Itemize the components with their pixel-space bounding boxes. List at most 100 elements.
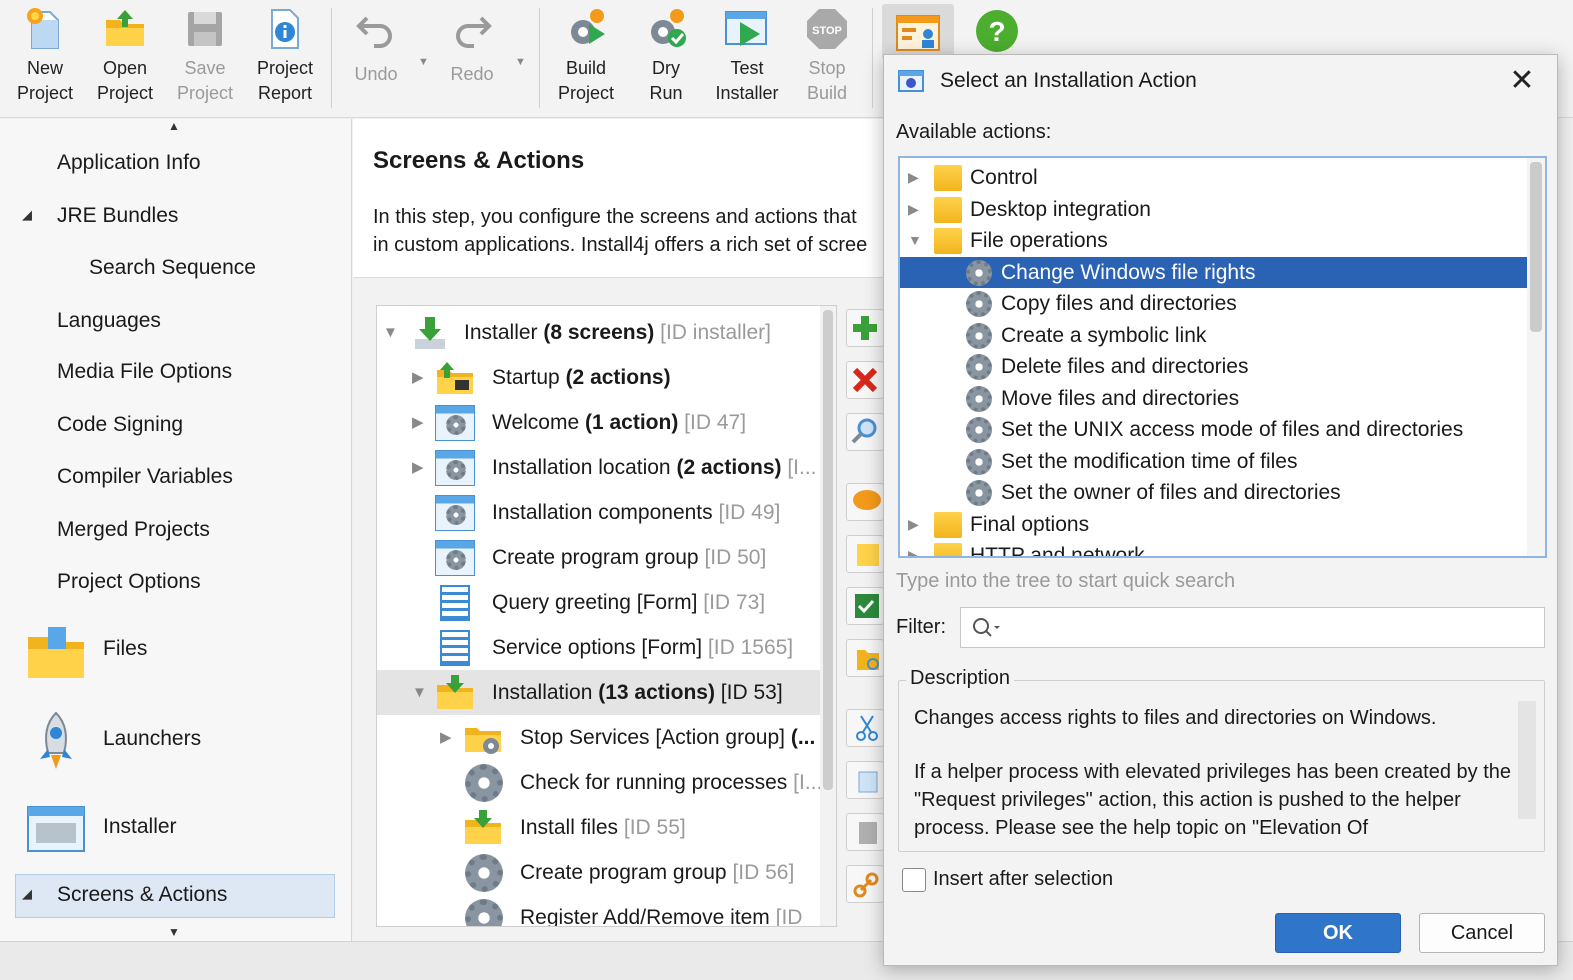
collapsed-arrow-icon[interactable]: ▶: [908, 194, 919, 225]
sidebar-item-screens-actions[interactable]: ◢ Screens & Actions: [15, 874, 335, 918]
search-button[interactable]: [846, 413, 884, 451]
tree-row-installation-location[interactable]: ▶ Installation location (2 actions) [I..…: [377, 445, 820, 490]
copy-button[interactable]: [846, 761, 884, 799]
expanded-arrow-icon[interactable]: ▼: [412, 670, 427, 715]
delete-button[interactable]: [846, 361, 884, 399]
open-project-label-2: Project: [96, 83, 154, 103]
description-scrollbar[interactable]: [1518, 701, 1536, 819]
note-icon: [857, 544, 879, 566]
tree-row-welcome[interactable]: ▶ Welcome (1 action) [ID 47]: [377, 400, 820, 445]
sidebar-item-merged-projects[interactable]: Merged Projects: [57, 518, 210, 542]
tree-scrollbar-thumb[interactable]: [823, 310, 833, 790]
tree-action-copy-files[interactable]: Copy files and directories: [900, 288, 1527, 319]
collapsed-arrow-icon[interactable]: ▶: [412, 445, 424, 490]
tree-row-create-program-group[interactable]: Create program group [ID 50]: [377, 535, 820, 580]
cut-button[interactable]: [846, 709, 884, 747]
redo-dropdown-icon[interactable]: ▼: [515, 56, 526, 68]
expanded-arrow-icon[interactable]: ▼: [383, 310, 398, 355]
tree-folder-control[interactable]: ▶ Control: [900, 162, 1527, 193]
tree-action-set-unix-access-mode[interactable]: Set the UNIX access mode of files and di…: [900, 414, 1527, 445]
help-button[interactable]: ?: [974, 8, 1022, 56]
sidebar-item-label: Launchers: [103, 727, 202, 750]
tree-action-set-owner[interactable]: Set the owner of files and directories: [900, 477, 1527, 508]
actions-tree-scrollbar-thumb[interactable]: [1530, 162, 1542, 332]
tree-row-register-add-remove[interactable]: Register Add/Remove item [ID: [377, 895, 820, 926]
ok-button[interactable]: OK: [1275, 913, 1401, 953]
sidebar-item-launchers[interactable]: Launchers: [24, 709, 344, 773]
sidebar-item-files[interactable]: Files: [24, 619, 344, 683]
redo-button[interactable]: Redo: [442, 6, 502, 112]
build-project-button[interactable]: Build Project: [555, 6, 617, 112]
filter-field[interactable]: [960, 607, 1545, 648]
screens-actions-tree[interactable]: ▼ Installer (8 screens) [ID installer] ▶…: [376, 305, 837, 927]
tree-action-create-symbolic-link[interactable]: Create a symbolic link: [900, 320, 1527, 351]
scroll-down-icon[interactable]: ▼: [168, 925, 180, 939]
link-button[interactable]: [846, 865, 884, 903]
tree-folder-file-operations[interactable]: ▼ File operations: [900, 225, 1527, 256]
sidebar-item-media-file-options[interactable]: Media File Options: [57, 360, 232, 384]
undo-dropdown-icon[interactable]: ▼: [418, 56, 429, 68]
form-icon: [440, 585, 470, 621]
installer-preview-button[interactable]: [882, 4, 954, 60]
sidebar-item-languages[interactable]: Languages: [57, 309, 161, 333]
close-button[interactable]: ✕: [1502, 61, 1542, 101]
insert-after-selection-checkbox[interactable]: [902, 868, 926, 892]
tree-row-installer[interactable]: ▼ Installer (8 screens) [ID installer]: [377, 310, 820, 355]
collapsed-arrow-icon[interactable]: ▶: [412, 355, 424, 400]
undo-button[interactable]: Undo: [346, 6, 406, 112]
tree-action-delete-files[interactable]: Delete files and directories: [900, 351, 1527, 382]
tree-folder-final-options[interactable]: ▶ Final options: [900, 509, 1527, 540]
rocket-icon: [40, 711, 72, 769]
check-button[interactable]: [846, 587, 884, 625]
sidebar-item-code-signing[interactable]: Code Signing: [57, 413, 183, 437]
sidebar-item-jre-bundles[interactable]: JRE Bundles: [57, 204, 178, 228]
test-installer-button[interactable]: Test Installer: [713, 6, 781, 112]
project-report-button[interactable]: Project Report: [254, 6, 316, 112]
edit-button[interactable]: [846, 535, 884, 573]
available-actions-tree[interactable]: ▶ Control ▶ Desktop integration ▼ File o…: [898, 156, 1547, 558]
tree-folder-http-network[interactable]: ▶ HTTP and network: [900, 540, 1527, 556]
tree-row-create-program-group-action[interactable]: Create program group [ID 56]: [377, 850, 820, 895]
collapsed-arrow-icon[interactable]: ▶: [412, 400, 424, 445]
tree-row-installation[interactable]: ▼ Installation (13 actions) [ID 53]: [377, 670, 820, 715]
cancel-button[interactable]: Cancel: [1419, 913, 1545, 953]
collapsed-arrow-icon[interactable]: ▶: [908, 540, 919, 556]
collapsed-arrow-icon[interactable]: ▶: [908, 162, 919, 193]
build-project-label-1: Build: [565, 58, 607, 78]
sidebar-item-compiler-variables[interactable]: Compiler Variables: [57, 465, 233, 489]
tree-action-set-modification-time[interactable]: Set the modification time of files: [900, 446, 1527, 477]
scroll-up-icon[interactable]: ▲: [168, 119, 180, 133]
insert-after-selection-label[interactable]: Insert after selection: [933, 868, 1113, 891]
tree-row-stop-services[interactable]: ▶ Stop Services [Action group] (...: [377, 715, 820, 760]
sidebar-item-project-options[interactable]: Project Options: [57, 570, 201, 594]
project-report-label-1: Project: [256, 58, 314, 78]
tree-row-startup[interactable]: ▶ Startup (2 actions): [377, 355, 820, 400]
add-button[interactable]: [846, 309, 884, 347]
undo-icon: [353, 6, 399, 52]
tree-row-install-files[interactable]: Install files [ID 55]: [377, 805, 820, 850]
paste-button[interactable]: [846, 813, 884, 851]
dry-run-button[interactable]: Dry Run: [635, 6, 697, 112]
collapsed-arrow-icon[interactable]: ▶: [908, 509, 919, 540]
tree-action-move-files[interactable]: Move files and directories: [900, 383, 1527, 414]
tree-action-change-windows-file-rights[interactable]: Change Windows file rights: [900, 257, 1527, 288]
sidebar-item-search-sequence[interactable]: Search Sequence: [89, 256, 256, 280]
collapse-triangle-icon[interactable]: ◢: [22, 207, 32, 223]
comment-button[interactable]: [846, 483, 884, 521]
new-project-button[interactable]: New Project: [14, 6, 76, 112]
tree-row-query-greeting[interactable]: Query greeting [Form] [ID 73]: [377, 580, 820, 625]
search-icon[interactable]: [971, 616, 1001, 640]
collapsed-arrow-icon[interactable]: ▶: [440, 715, 452, 760]
open-project-button[interactable]: Open Project: [94, 6, 156, 112]
stop-build-button[interactable]: STOP Stop Build: [796, 6, 858, 112]
filter-input[interactable]: [1005, 612, 1535, 643]
tree-row-check-running-processes[interactable]: Check for running processes [I...: [377, 760, 822, 805]
folder-search-button[interactable]: [846, 639, 884, 677]
tree-row-service-options[interactable]: Service options [Form] [ID 1565]: [377, 625, 820, 670]
tree-row-installation-components[interactable]: Installation components [ID 49]: [377, 490, 820, 535]
sidebar-item-installer[interactable]: Installer: [24, 797, 344, 861]
save-project-button[interactable]: Save Project: [174, 6, 236, 112]
sidebar-item-application-info[interactable]: Application Info: [57, 151, 201, 175]
expanded-arrow-icon[interactable]: ▼: [908, 225, 922, 256]
tree-folder-desktop-integration[interactable]: ▶ Desktop integration: [900, 194, 1527, 225]
